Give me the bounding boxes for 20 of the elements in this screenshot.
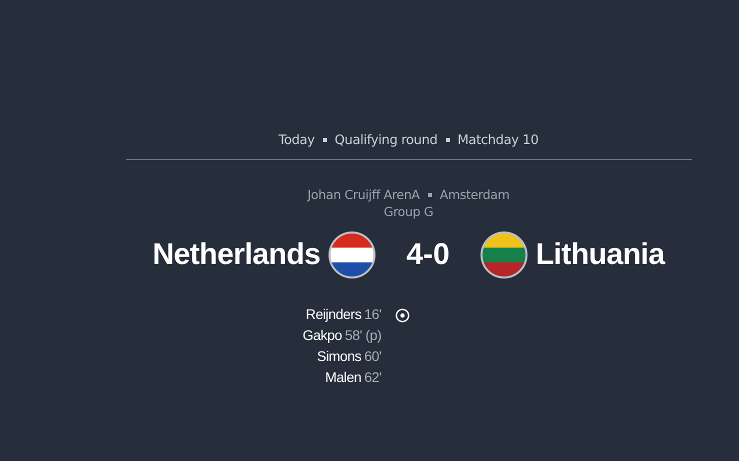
group-label: Group G [384,204,434,219]
match-info-text: Qualifying round [334,132,438,148]
goal-minute: 60' [364,347,382,366]
goal-minute: 58' (p) [344,326,382,345]
scorer-name: Gakpo [302,326,342,345]
scorer-name: Malen [325,368,362,387]
stadium-name: Johan Cruijff ArenA [307,187,420,202]
match-info-text: Matchday 10 [458,132,538,148]
scorer-name: Reijnders [306,305,362,324]
match-score: 4-0 [406,238,450,272]
football-icon [395,308,410,323]
away-team-name: Lithuania [536,238,665,272]
scorer-name: Simons [317,347,362,366]
flag-icon [480,231,528,279]
goal-minute: 62' [364,368,382,387]
match-info-text: Today [278,132,315,148]
city-name: Amsterdam [440,187,510,202]
home-team-name: Netherlands [152,238,320,272]
flag-icon [328,231,376,279]
goal-minute: 16' [364,305,382,324]
